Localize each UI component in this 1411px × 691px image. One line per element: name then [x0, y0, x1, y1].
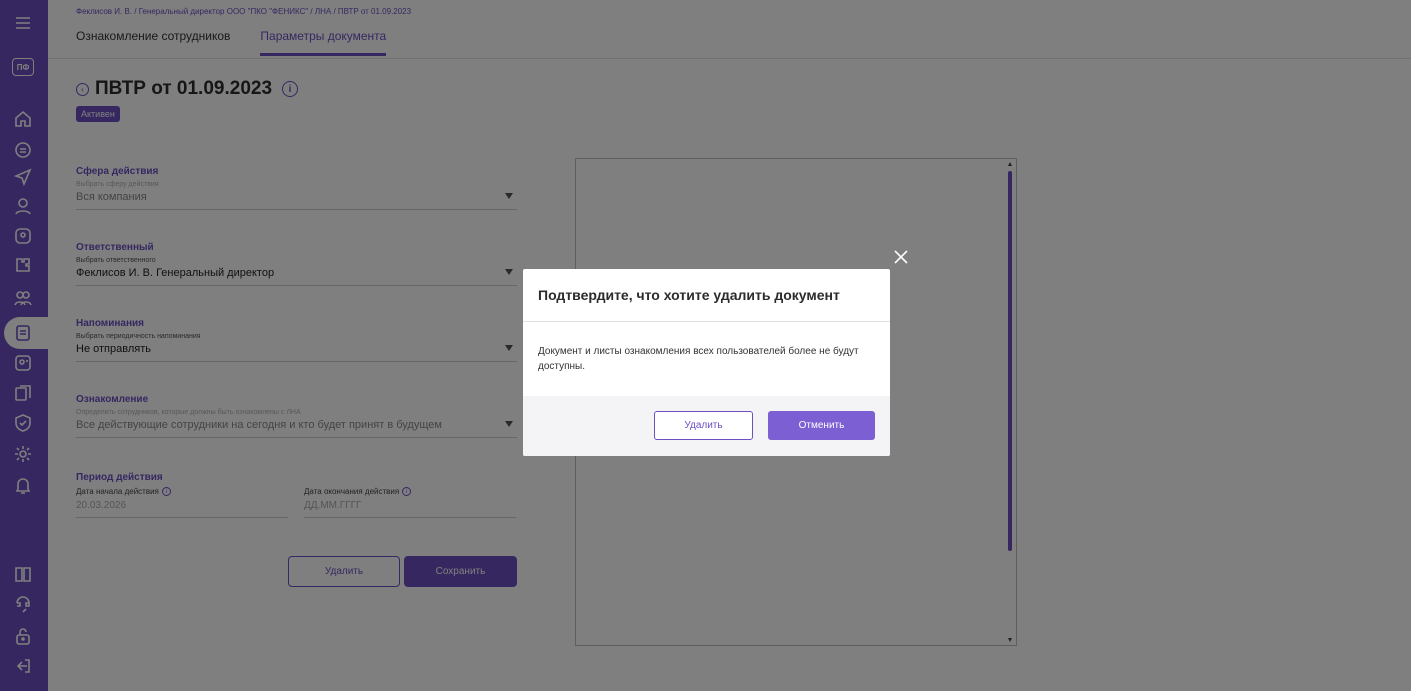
dialog-title: Подтвердите, что хотите удалить документ [523, 269, 890, 322]
cancel-button[interactable]: Отменить [768, 411, 875, 440]
close-icon[interactable] [893, 249, 909, 265]
confirm-delete-dialog: Подтвердите, что хотите удалить документ… [523, 269, 890, 456]
dialog-message: Документ и листы ознакомления всех польз… [538, 346, 859, 372]
confirm-delete-button[interactable]: Удалить [654, 411, 753, 440]
dialog-footer: Удалить Отменить [523, 396, 890, 456]
